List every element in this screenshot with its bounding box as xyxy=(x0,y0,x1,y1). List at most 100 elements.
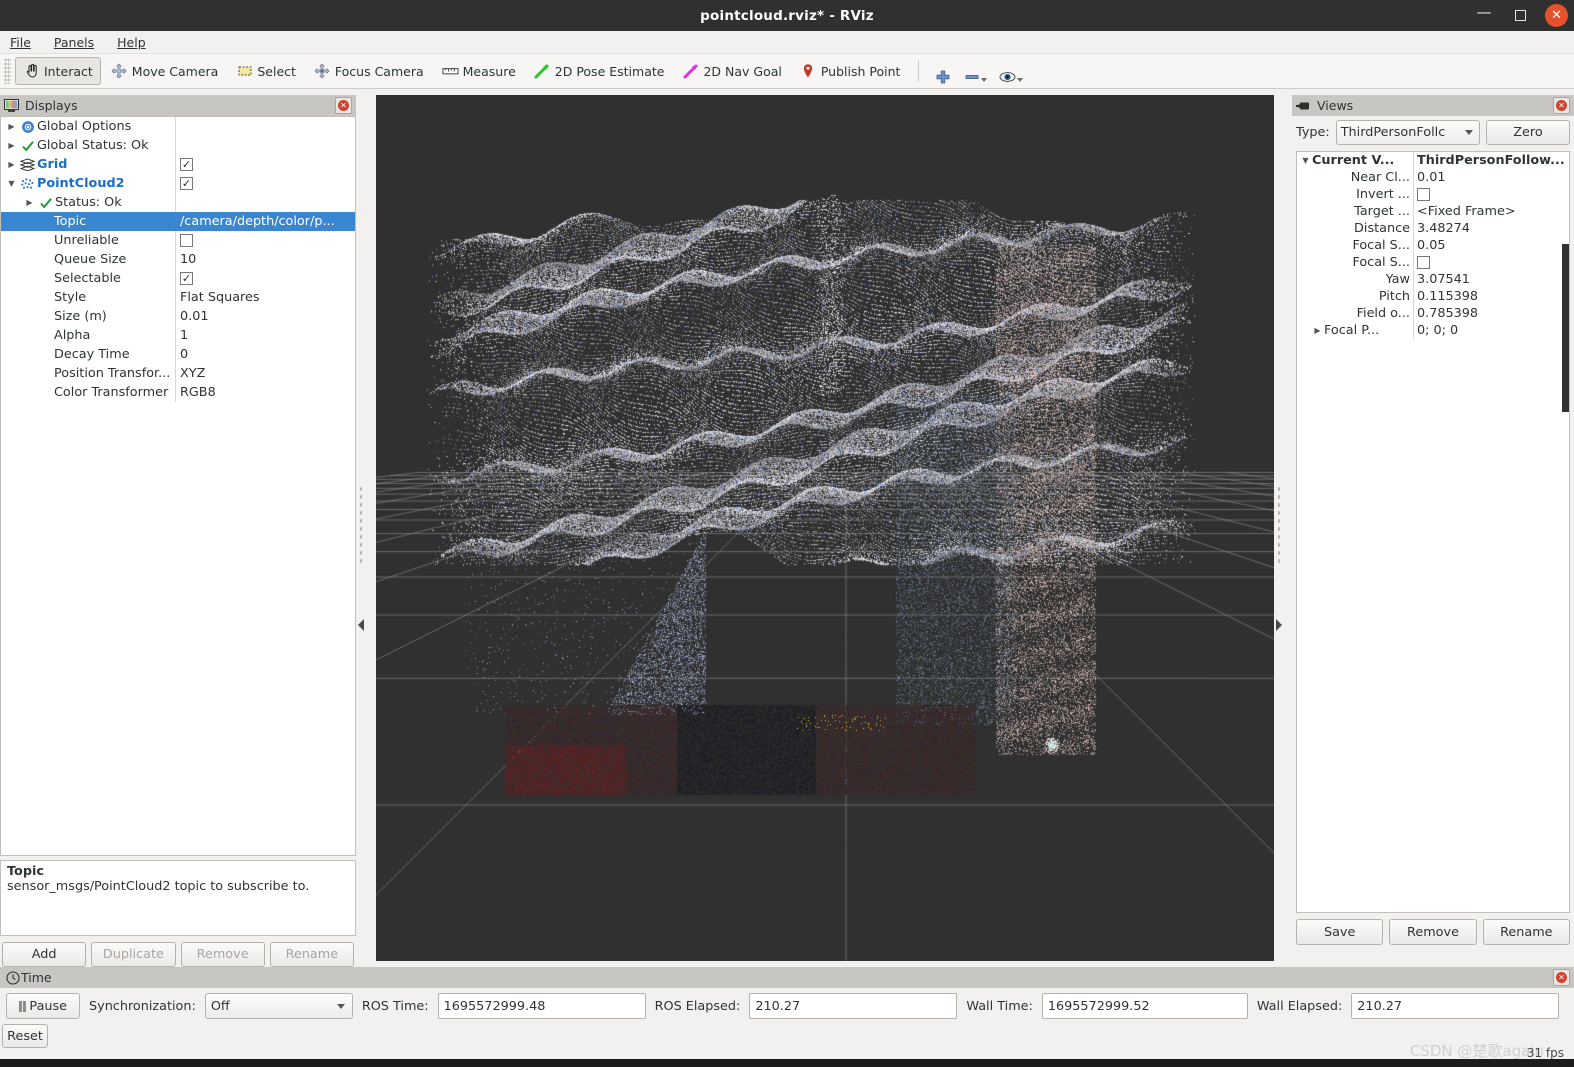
view-row-invert[interactable]: Invert ... xyxy=(1297,186,1569,203)
display-row-grid[interactable]: Grid ✓ xyxy=(1,155,355,174)
right-splitter-grip[interactable] xyxy=(1277,485,1281,563)
chevron-right-icon[interactable] xyxy=(1311,326,1324,335)
display-row-value-cell[interactable]: 0 xyxy=(175,347,188,362)
display-row-value-cell[interactable]: RGB8 xyxy=(175,385,216,400)
left-splitter-grip[interactable] xyxy=(359,485,363,563)
display-row-alpha[interactable]: Alpha 1 xyxy=(1,326,355,345)
ros-time-field[interactable]: 1695572999.48 xyxy=(437,993,646,1019)
display-row-value-cell[interactable]: ✓ xyxy=(175,177,193,190)
view-row-distance[interactable]: Distance 3.48274 xyxy=(1297,220,1569,237)
sync-select[interactable]: Off xyxy=(204,993,353,1019)
rename-view-button[interactable]: Rename xyxy=(1482,919,1570,945)
rename-display-button[interactable]: Rename xyxy=(269,942,354,967)
display-row-pointcloud2[interactable]: PointCloud2 ✓ xyxy=(1,174,355,193)
checkbox-unchecked-icon[interactable] xyxy=(1417,256,1430,269)
wall-elapsed-field[interactable]: 210.27 xyxy=(1351,993,1560,1019)
view-row-value-cell[interactable]: 0.115398 xyxy=(1413,289,1478,304)
time-close-button[interactable]: ✕ xyxy=(1553,969,1570,986)
display-row-style[interactable]: Style Flat Squares xyxy=(1,288,355,307)
collapse-left-arrow-icon[interactable] xyxy=(358,619,364,631)
display-row-size-m[interactable]: Size (m) 0.01 xyxy=(1,307,355,326)
close-button[interactable]: ✕ xyxy=(1545,4,1568,27)
display-row-value-cell[interactable]: XYZ xyxy=(175,366,205,381)
view-row-value-cell[interactable]: 3.07541 xyxy=(1413,272,1470,287)
view-row-value-cell[interactable]: 0.05 xyxy=(1413,238,1446,253)
tool-measure[interactable]: Measure xyxy=(434,57,524,85)
checkbox-checked-icon[interactable]: ✓ xyxy=(180,272,193,285)
views-close-button[interactable]: ✕ xyxy=(1553,97,1570,114)
collapse-right-arrow-icon[interactable] xyxy=(1276,619,1282,631)
menu-panels[interactable]: Panels xyxy=(51,34,97,51)
chevron-down-icon[interactable] xyxy=(1299,156,1312,165)
zero-button[interactable]: Zero xyxy=(1486,120,1570,145)
display-row-selectable[interactable]: Selectable ✓ xyxy=(1,269,355,288)
pause-button[interactable]: Pause xyxy=(6,993,80,1019)
chevron-right-icon[interactable] xyxy=(5,141,18,150)
view-row-focal-p[interactable]: Focal P... 0; 0; 0 xyxy=(1297,322,1569,339)
display-row-value-cell[interactable]: 0.01 xyxy=(175,309,209,324)
view-row-value-cell[interactable]: 0.01 xyxy=(1413,170,1446,185)
view-row-current-v[interactable]: Current V... ThirdPersonFollow... xyxy=(1297,152,1569,169)
display-row-global-options[interactable]: Global Options xyxy=(1,117,355,136)
view-row-focal-s[interactable]: Focal S... 0.05 xyxy=(1297,237,1569,254)
tool-publish-point[interactable]: Publish Point xyxy=(792,57,909,85)
chevron-right-icon[interactable] xyxy=(5,122,18,131)
render-viewport[interactable] xyxy=(376,95,1274,961)
view-row-value-cell[interactable]: <Fixed Frame> xyxy=(1413,204,1516,219)
display-row-status-ok[interactable]: Status: Ok xyxy=(1,193,355,212)
visibility-caret-icon[interactable] xyxy=(1017,78,1024,82)
visibility-button[interactable] xyxy=(994,57,1028,85)
display-row-value-cell[interactable]: 10 xyxy=(175,252,196,267)
add-tool-button[interactable] xyxy=(929,57,956,85)
views-tree[interactable]: Current V...ThirdPersonFollow...Near Cl.… xyxy=(1296,151,1570,913)
tool-focus-camera[interactable]: Focus Camera xyxy=(306,57,432,85)
view-row-value-cell[interactable]: ThirdPersonFollow... xyxy=(1413,153,1565,168)
tool-move-camera[interactable]: Move Camera xyxy=(103,57,227,85)
display-row-value-cell[interactable]: /camera/depth/color/p... xyxy=(175,214,335,229)
wall-time-field[interactable]: 1695572999.52 xyxy=(1041,993,1248,1019)
remove-tool-button[interactable] xyxy=(958,57,992,85)
toolbar-grip[interactable] xyxy=(4,58,11,84)
tool-2d-pose-estimate[interactable]: 2D Pose Estimate xyxy=(526,57,673,85)
tool-interact[interactable]: Interact xyxy=(15,57,101,85)
display-row-value-cell[interactable]: ✓ xyxy=(175,272,193,285)
reset-button[interactable]: Reset xyxy=(2,1024,48,1048)
menu-help[interactable]: Help xyxy=(114,34,149,51)
view-row-value-cell[interactable]: 3.48274 xyxy=(1413,221,1470,236)
view-row-value-cell[interactable]: 0.785398 xyxy=(1413,306,1478,321)
tool-select[interactable]: Select xyxy=(228,57,304,85)
checkbox-unchecked-icon[interactable] xyxy=(180,234,193,247)
displays-close-button[interactable]: ✕ xyxy=(335,97,352,114)
display-row-unreliable[interactable]: Unreliable xyxy=(1,231,355,250)
view-row-pitch[interactable]: Pitch 0.115398 xyxy=(1297,288,1569,305)
remove-display-button[interactable]: Remove xyxy=(180,942,265,967)
add-display-button[interactable]: Add xyxy=(2,942,87,967)
chevron-down-icon[interactable] xyxy=(5,179,18,188)
chevron-right-icon[interactable] xyxy=(23,198,36,207)
duplicate-display-button[interactable]: Duplicate xyxy=(91,942,176,967)
tool-2d-nav-goal[interactable]: 2D Nav Goal xyxy=(674,57,789,85)
display-row-color-transformer[interactable]: Color Transformer RGB8 xyxy=(1,383,355,402)
display-row-value-cell[interactable]: Flat Squares xyxy=(175,290,260,305)
view-row-focal-s[interactable]: Focal S... xyxy=(1297,254,1569,271)
save-view-button[interactable]: Save xyxy=(1296,919,1384,945)
view-row-near-cl[interactable]: Near Cl... 0.01 xyxy=(1297,169,1569,186)
view-row-field-o[interactable]: Field o... 0.785398 xyxy=(1297,305,1569,322)
chevron-right-icon[interactable] xyxy=(5,160,18,169)
display-row-value-cell[interactable] xyxy=(175,234,193,247)
pointcloud-canvas[interactable] xyxy=(376,95,1274,961)
ros-elapsed-field[interactable]: 210.27 xyxy=(749,993,958,1019)
view-type-select[interactable]: ThirdPersonFollc xyxy=(1335,120,1480,145)
right-splitter[interactable] xyxy=(1274,95,1284,967)
display-row-decay-time[interactable]: Decay Time 0 xyxy=(1,345,355,364)
view-row-value-cell[interactable]: 0; 0; 0 xyxy=(1413,323,1458,338)
checkbox-checked-icon[interactable]: ✓ xyxy=(180,177,193,190)
display-row-value-cell[interactable]: 1 xyxy=(175,328,188,343)
checkbox-checked-icon[interactable]: ✓ xyxy=(180,158,193,171)
display-row-position-transfor[interactable]: Position Transfor... XYZ xyxy=(1,364,355,383)
display-row-global-status-ok[interactable]: Global Status: Ok xyxy=(1,136,355,155)
view-row-target[interactable]: Target ... <Fixed Frame> xyxy=(1297,203,1569,220)
display-row-value-cell[interactable]: ✓ xyxy=(175,158,193,171)
menu-file[interactable]: File xyxy=(7,34,34,51)
views-scrollbar[interactable] xyxy=(1562,244,1569,412)
